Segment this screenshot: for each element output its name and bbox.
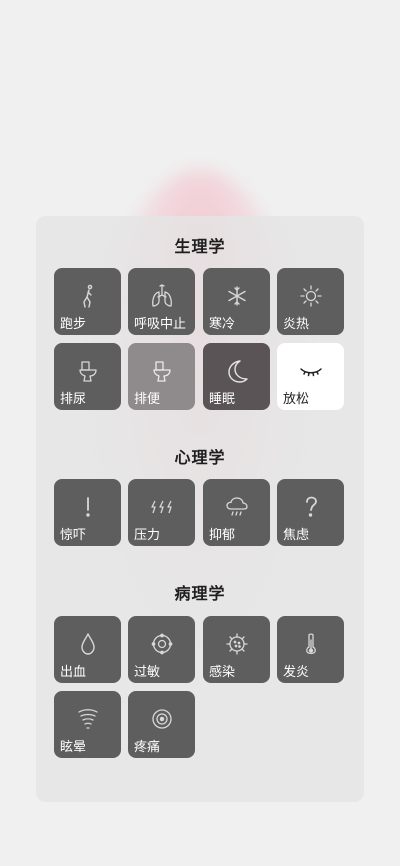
tile-sleep[interactable]: 睡眠 <box>203 343 270 410</box>
toilet-icon <box>75 358 101 384</box>
section-title-physiology: 生理学 <box>174 237 226 256</box>
pain-target-icon <box>149 706 175 732</box>
tile-label: 放松 <box>283 392 310 407</box>
tile-label: 发炎 <box>283 665 310 680</box>
tile-pain[interactable]: 疼痛 <box>128 691 195 758</box>
tile-label: 寒冷 <box>209 317 236 332</box>
tile-label: 排尿 <box>60 392 87 407</box>
tile-label: 惊吓 <box>60 528 87 543</box>
virus-icon <box>224 631 250 657</box>
pollen-icon <box>149 631 175 657</box>
tile-anxiety[interactable]: 焦虑 <box>277 479 344 546</box>
thermometer-icon <box>298 631 324 657</box>
lightning-icon <box>149 494 175 520</box>
tile-label: 排便 <box>134 392 161 407</box>
section-title-psychology: 心理学 <box>174 448 226 467</box>
tile-cold[interactable]: 寒冷 <box>203 268 270 335</box>
snowflake-icon <box>224 283 250 309</box>
tile-label: 疼痛 <box>134 740 161 755</box>
tile-label: 过敏 <box>134 665 161 680</box>
tile-label: 出血 <box>60 665 87 680</box>
tile-running[interactable]: 跑步 <box>54 268 121 335</box>
tile-bleeding[interactable]: 出血 <box>54 616 121 683</box>
tile-stress[interactable]: 压力 <box>128 479 195 546</box>
tile-label: 睡眠 <box>209 392 236 407</box>
tile-infection[interactable]: 感染 <box>203 616 270 683</box>
tile-defecation[interactable]: 排便 <box>128 343 195 410</box>
tile-label: 呼吸中止 <box>134 317 187 332</box>
blood-drop-icon <box>75 631 101 657</box>
tile-label: 眩晕 <box>60 740 87 755</box>
tile-label: 抑郁 <box>209 528 236 543</box>
tile-label: 跑步 <box>60 317 87 332</box>
tile-dizziness[interactable]: 眩晕 <box>54 691 121 758</box>
sun-icon <box>298 283 324 309</box>
tile-relax[interactable]: 放松 <box>277 343 344 410</box>
running-icon <box>75 283 101 309</box>
rain-cloud-icon <box>224 494 250 520</box>
section-title-pathology: 病理学 <box>174 584 226 603</box>
tile-label: 压力 <box>134 528 161 543</box>
closed-eye-icon <box>298 358 324 384</box>
tile-urination[interactable]: 排尿 <box>54 343 121 410</box>
question-icon <box>298 494 324 520</box>
moon-icon <box>224 358 250 384</box>
tile-heat[interactable]: 炎热 <box>277 268 344 335</box>
tile-label: 炎热 <box>283 317 310 332</box>
tile-allergy[interactable]: 过敏 <box>128 616 195 683</box>
exclamation-icon <box>75 494 101 520</box>
tile-depression[interactable]: 抑郁 <box>203 479 270 546</box>
tile-label: 焦虑 <box>283 528 310 543</box>
tile-inflammation[interactable]: 发炎 <box>277 616 344 683</box>
tile-label: 感染 <box>209 665 236 680</box>
tile-fright[interactable]: 惊吓 <box>54 479 121 546</box>
dizzy-icon <box>75 706 101 732</box>
tile-apnea[interactable]: 呼吸中止 <box>128 268 195 335</box>
toilet-icon <box>149 358 175 384</box>
lungs-icon <box>149 283 175 309</box>
